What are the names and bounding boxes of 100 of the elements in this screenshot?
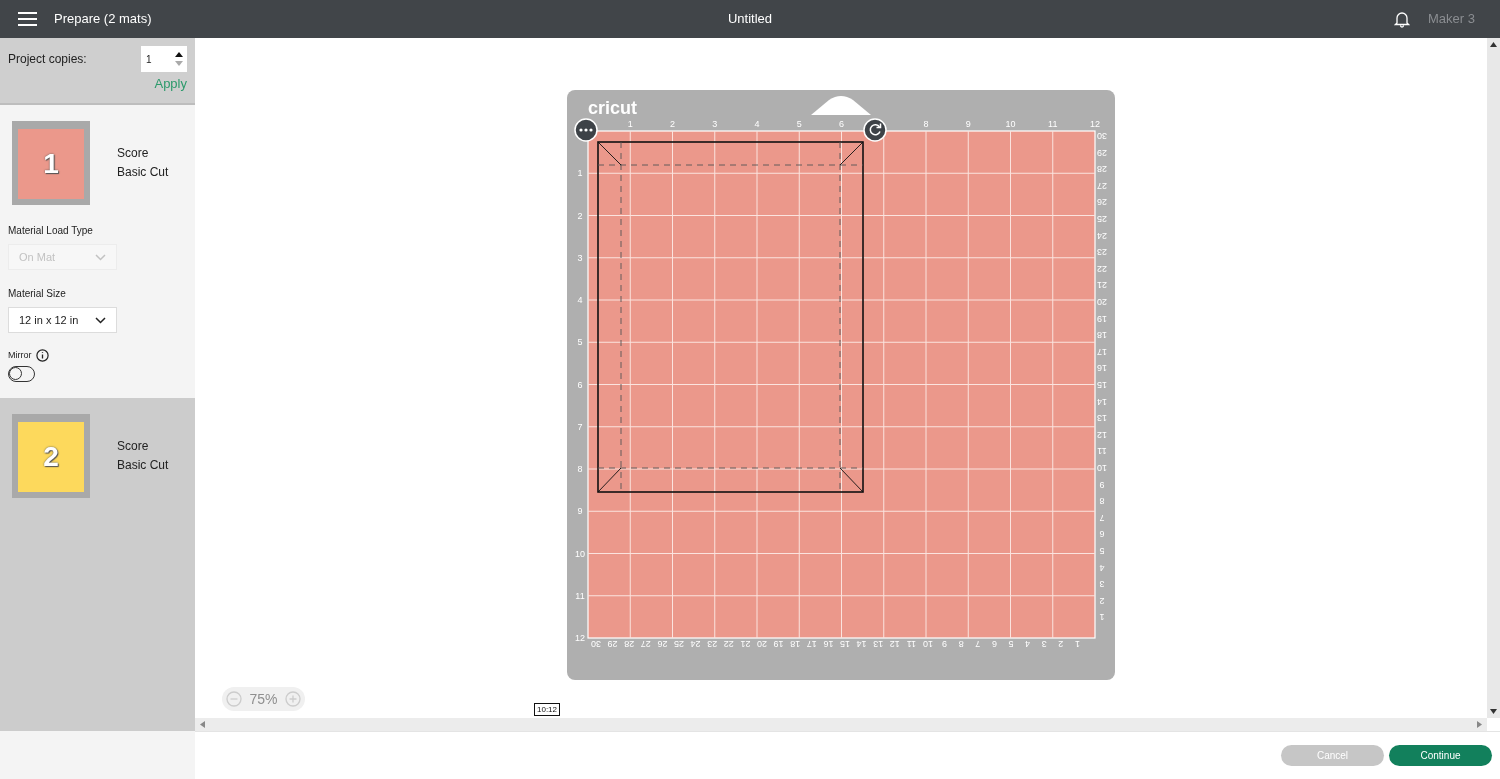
- mat-number: 2: [43, 439, 59, 474]
- ruler-number: 9: [942, 639, 948, 649]
- mat-panel[interactable]: 2 Score Basic Cut: [0, 397, 195, 731]
- ruler-number: 13: [873, 639, 884, 649]
- ruler-number: 29: [1097, 147, 1107, 158]
- mat-operation-label: Basic Cut: [117, 164, 169, 181]
- ruler-number: 11: [575, 590, 585, 601]
- ruler-number: 30: [591, 639, 601, 649]
- more-options-icon[interactable]: [574, 118, 598, 142]
- ruler-number: 3: [1041, 639, 1047, 649]
- scroll-left-icon[interactable]: [200, 721, 205, 728]
- ruler-number: 25: [674, 639, 684, 649]
- ruler-number: 22: [1097, 263, 1107, 274]
- ruler-number: 23: [707, 639, 718, 649]
- ruler-number: 15: [1097, 380, 1107, 390]
- ruler-number: 11: [1097, 446, 1107, 457]
- ruler-number: 13: [1097, 413, 1107, 424]
- ruler-number: 16: [823, 639, 834, 649]
- ruler-number: 19: [773, 639, 784, 649]
- stepper-arrows-icon[interactable]: [175, 51, 183, 67]
- field-label: Material Size: [8, 287, 67, 301]
- ruler-number: 17: [1097, 346, 1107, 357]
- ruler-number: 8: [1099, 496, 1105, 507]
- ruler-number: 2: [1099, 595, 1105, 606]
- ruler-number: 27: [640, 639, 651, 649]
- ruler-number: 6: [991, 639, 997, 649]
- ruler-number: 12: [575, 633, 585, 643]
- mat-operation-label: Score: [117, 437, 150, 455]
- ruler-number: 5: [796, 119, 802, 129]
- menu-icon[interactable]: [18, 12, 37, 26]
- ruler-number: 21: [1097, 280, 1107, 291]
- scroll-up-icon[interactable]: [1490, 42, 1497, 47]
- ruler-number: 28: [624, 639, 635, 649]
- ruler-number: 1: [1099, 612, 1105, 623]
- ruler-number: 26: [657, 639, 668, 649]
- horizontal-scrollbar[interactable]: [195, 718, 1487, 731]
- ruler-number: 3: [577, 252, 583, 263]
- ruler-number: 21: [740, 639, 751, 649]
- ruler-number: 12: [889, 639, 900, 649]
- scroll-right-icon[interactable]: [1477, 721, 1482, 728]
- ruler-number: 6: [1099, 529, 1105, 540]
- ruler-number: 28: [1097, 164, 1107, 175]
- ruler-number: 4: [1099, 562, 1105, 573]
- field-label: Mirror: [8, 349, 32, 362]
- scroll-down-icon[interactable]: [1490, 709, 1497, 714]
- ruler-number: 10: [1005, 119, 1016, 129]
- ruler-number: 8: [577, 464, 583, 474]
- ruler-number: 14: [1097, 396, 1107, 407]
- ruler-number: 12: [1090, 119, 1100, 129]
- ruler-number: 1: [1074, 639, 1080, 649]
- ruler-number: 8: [958, 639, 964, 649]
- dropdown[interactable]: 12 in x 12 in: [8, 307, 117, 333]
- ruler-number: 7: [975, 639, 981, 649]
- ruler-number: 2: [1058, 639, 1064, 649]
- ruler-number: 10: [575, 548, 585, 559]
- page-title: Prepare (2 mats): [54, 10, 152, 29]
- ruler-number: 14: [856, 639, 867, 649]
- ruler-number: 9: [965, 119, 971, 129]
- ruler-number: 27: [1097, 180, 1107, 191]
- ruler-number: 24: [690, 639, 701, 649]
- ruler-number: 18: [1097, 330, 1107, 341]
- ruler-number: 6: [839, 119, 844, 129]
- ruler-number: 5: [577, 337, 583, 348]
- field-label: Material Load Type: [8, 224, 94, 238]
- rotate-icon[interactable]: [863, 118, 887, 142]
- mat-thumbnail[interactable]: 1: [12, 121, 90, 205]
- footer-button[interactable]: Continue: [1389, 745, 1492, 766]
- ruler-number: 3: [1099, 579, 1105, 590]
- ruler-number: 20: [1097, 297, 1107, 307]
- apply-link[interactable]: Apply: [154, 74, 187, 94]
- ruler-number: 22: [723, 639, 734, 649]
- ruler-number: 30: [1097, 131, 1107, 141]
- zoom-level: 75%: [249, 689, 278, 709]
- mat-number: 1: [43, 147, 59, 181]
- hanger-notch: [811, 96, 871, 115]
- mat-operation-label: Score: [117, 145, 150, 162]
- ruler-number: 10: [1097, 463, 1107, 473]
- chevron-down-icon: [95, 316, 106, 324]
- ruler-number: 7: [1099, 512, 1105, 523]
- vertical-scrollbar[interactable]: [1487, 38, 1500, 718]
- ruler-number: 8: [923, 119, 929, 129]
- ruler-number: 18: [790, 639, 801, 649]
- info-icon[interactable]: [35, 349, 49, 363]
- ruler-number: 20: [757, 639, 767, 649]
- position-tooltip: 10:12: [534, 703, 561, 716]
- ruler-number: 4: [754, 119, 760, 129]
- ruler-number: 10: [923, 639, 933, 649]
- ruler-number: 25: [1097, 214, 1107, 224]
- ruler-number: 1: [627, 119, 633, 129]
- ruler-number: 11: [906, 639, 917, 649]
- copies-input[interactable]: 1: [141, 46, 187, 72]
- ruler-number: 19: [1097, 313, 1107, 324]
- ruler-number: 24: [1097, 230, 1107, 241]
- ruler-number: 3: [712, 119, 718, 129]
- ruler-number: 17: [806, 639, 817, 649]
- ruler-number: 16: [1097, 363, 1107, 374]
- ruler-number: 9: [577, 506, 583, 517]
- bell-icon[interactable]: [1394, 10, 1411, 28]
- machine-label[interactable]: Maker 3: [1428, 9, 1475, 29]
- ruler-number: 2: [670, 119, 675, 129]
